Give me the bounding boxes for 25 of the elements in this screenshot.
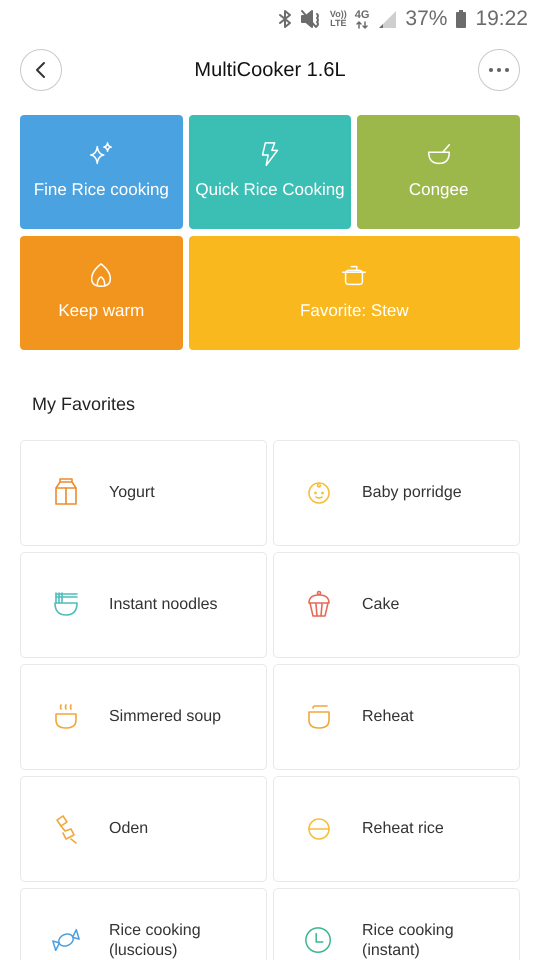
battery-icon [455, 9, 468, 29]
favorite-item[interactable]: Baby porridge [273, 440, 520, 546]
signal-icon [377, 9, 398, 29]
mute-vibrate-icon [300, 9, 322, 29]
favorite-item[interactable]: Instant noodles [20, 552, 267, 658]
favorite-item[interactable]: Oden [20, 776, 267, 882]
back-button[interactable] [20, 49, 62, 91]
more-button[interactable] [478, 49, 520, 91]
favorite-item[interactable]: Cake [273, 552, 520, 658]
favorite-item[interactable]: Rice cooking (luscious) [20, 888, 267, 960]
back-icon [34, 61, 48, 79]
network-type-label: 4G [354, 10, 370, 20]
more-icon [488, 67, 510, 73]
bluetooth-icon [278, 9, 292, 29]
favorite-item[interactable]: Reheat rice [273, 776, 520, 882]
favorite-item[interactable]: Simmered soup [20, 664, 267, 770]
favorite-item[interactable]: Rice cooking (instant) [273, 888, 520, 960]
favorite-item[interactable]: Reheat [273, 664, 520, 770]
page-title: MultiCooker 1.6L [194, 58, 346, 83]
volte-indicator: Vo)) LTE [330, 10, 347, 28]
data-arrows-icon [356, 20, 368, 28]
favorite-item[interactable]: Yogurt [20, 440, 267, 546]
section-heading: My Favorites [31, 393, 136, 416]
clock-time: 19:22 [475, 6, 528, 32]
battery-percent: 37% [405, 6, 448, 32]
